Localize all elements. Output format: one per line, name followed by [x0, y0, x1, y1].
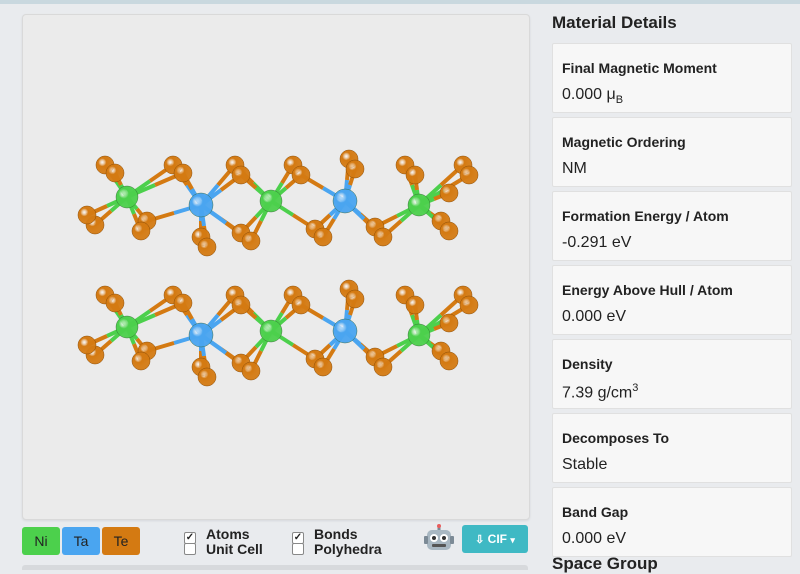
te-atom [231, 165, 251, 185]
te-atom [77, 335, 97, 355]
detail-density: Density 7.39 g/cm3 [552, 339, 792, 409]
top-border [0, 0, 800, 4]
detail-energy-above-hull: Energy Above Hull / Atom 0.000 eV [552, 265, 792, 335]
te-atom [105, 163, 125, 183]
te-atom [373, 357, 393, 377]
material-details-title: Material Details [552, 13, 677, 32]
te-atom [405, 295, 425, 315]
material-details-list: Final Magnetic Moment 0.000 μB Magnetic … [552, 43, 792, 561]
te-atom [291, 165, 311, 185]
legend-te[interactable]: Te [102, 527, 140, 555]
te-atom [405, 165, 425, 185]
robot-icon[interactable] [424, 524, 454, 554]
te-atom [439, 351, 459, 371]
viewer-controls: Ni Ta Te ✓ Atoms Unit Cell ✓ Bonds Polyhed… [22, 524, 528, 558]
ta-atom [332, 318, 358, 344]
te-atom [313, 357, 333, 377]
detail-decomposes-to: Decomposes To Stable [552, 413, 792, 483]
structure-viewer[interactable] [22, 14, 530, 520]
te-atom [197, 237, 217, 257]
te-atom [173, 163, 193, 183]
ni-atom [259, 189, 283, 213]
detail-band-gap: Band Gap 0.000 eV [552, 487, 792, 557]
ta-atom [188, 192, 214, 218]
te-atom [459, 165, 479, 185]
polyhedra-toggle[interactable]: Polyhedra [292, 541, 382, 557]
space-group-title: Space Group [552, 554, 658, 573]
detail-final-magnetic-moment: Final Magnetic Moment 0.000 μB [552, 43, 792, 113]
te-atom [291, 295, 311, 315]
legend-ta[interactable]: Ta [62, 527, 100, 555]
ni-atom [115, 315, 139, 339]
te-atom [439, 221, 459, 241]
ni-atom [259, 319, 283, 343]
te-atom [105, 293, 125, 313]
te-atom [173, 293, 193, 313]
te-atom [439, 313, 459, 333]
unit-cell-checkbox[interactable] [184, 543, 196, 555]
download-cif-button[interactable]: ⇩ CIF ▾ [462, 525, 528, 553]
polyhedra-checkbox[interactable] [292, 543, 304, 555]
lower-panel-edge [22, 565, 528, 570]
te-atom [439, 183, 459, 203]
crystal-structure-canvas[interactable] [23, 15, 529, 519]
chevron-down-icon: ▾ [510, 535, 515, 545]
te-atom [345, 159, 365, 179]
ta-atom [188, 322, 214, 348]
te-atom [197, 367, 217, 387]
te-atom [345, 289, 365, 309]
te-atom [459, 295, 479, 315]
te-atom [313, 227, 333, 247]
ni-atom [407, 193, 431, 217]
detail-magnetic-ordering: Magnetic Ordering NM [552, 117, 792, 187]
te-atom [241, 231, 261, 251]
ni-atom [115, 185, 139, 209]
te-atom [131, 351, 151, 371]
download-icon: ⇩ [475, 534, 485, 546]
unit-cell-toggle[interactable]: Unit Cell [184, 541, 263, 557]
te-atom [131, 221, 151, 241]
te-atom [241, 361, 261, 381]
detail-formation-energy: Formation Energy / Atom -0.291 eV [552, 191, 792, 261]
te-atom [231, 295, 251, 315]
ni-atom [407, 323, 431, 347]
te-atom [77, 205, 97, 225]
te-atom [373, 227, 393, 247]
legend-ni[interactable]: Ni [22, 527, 60, 555]
ta-atom [332, 188, 358, 214]
